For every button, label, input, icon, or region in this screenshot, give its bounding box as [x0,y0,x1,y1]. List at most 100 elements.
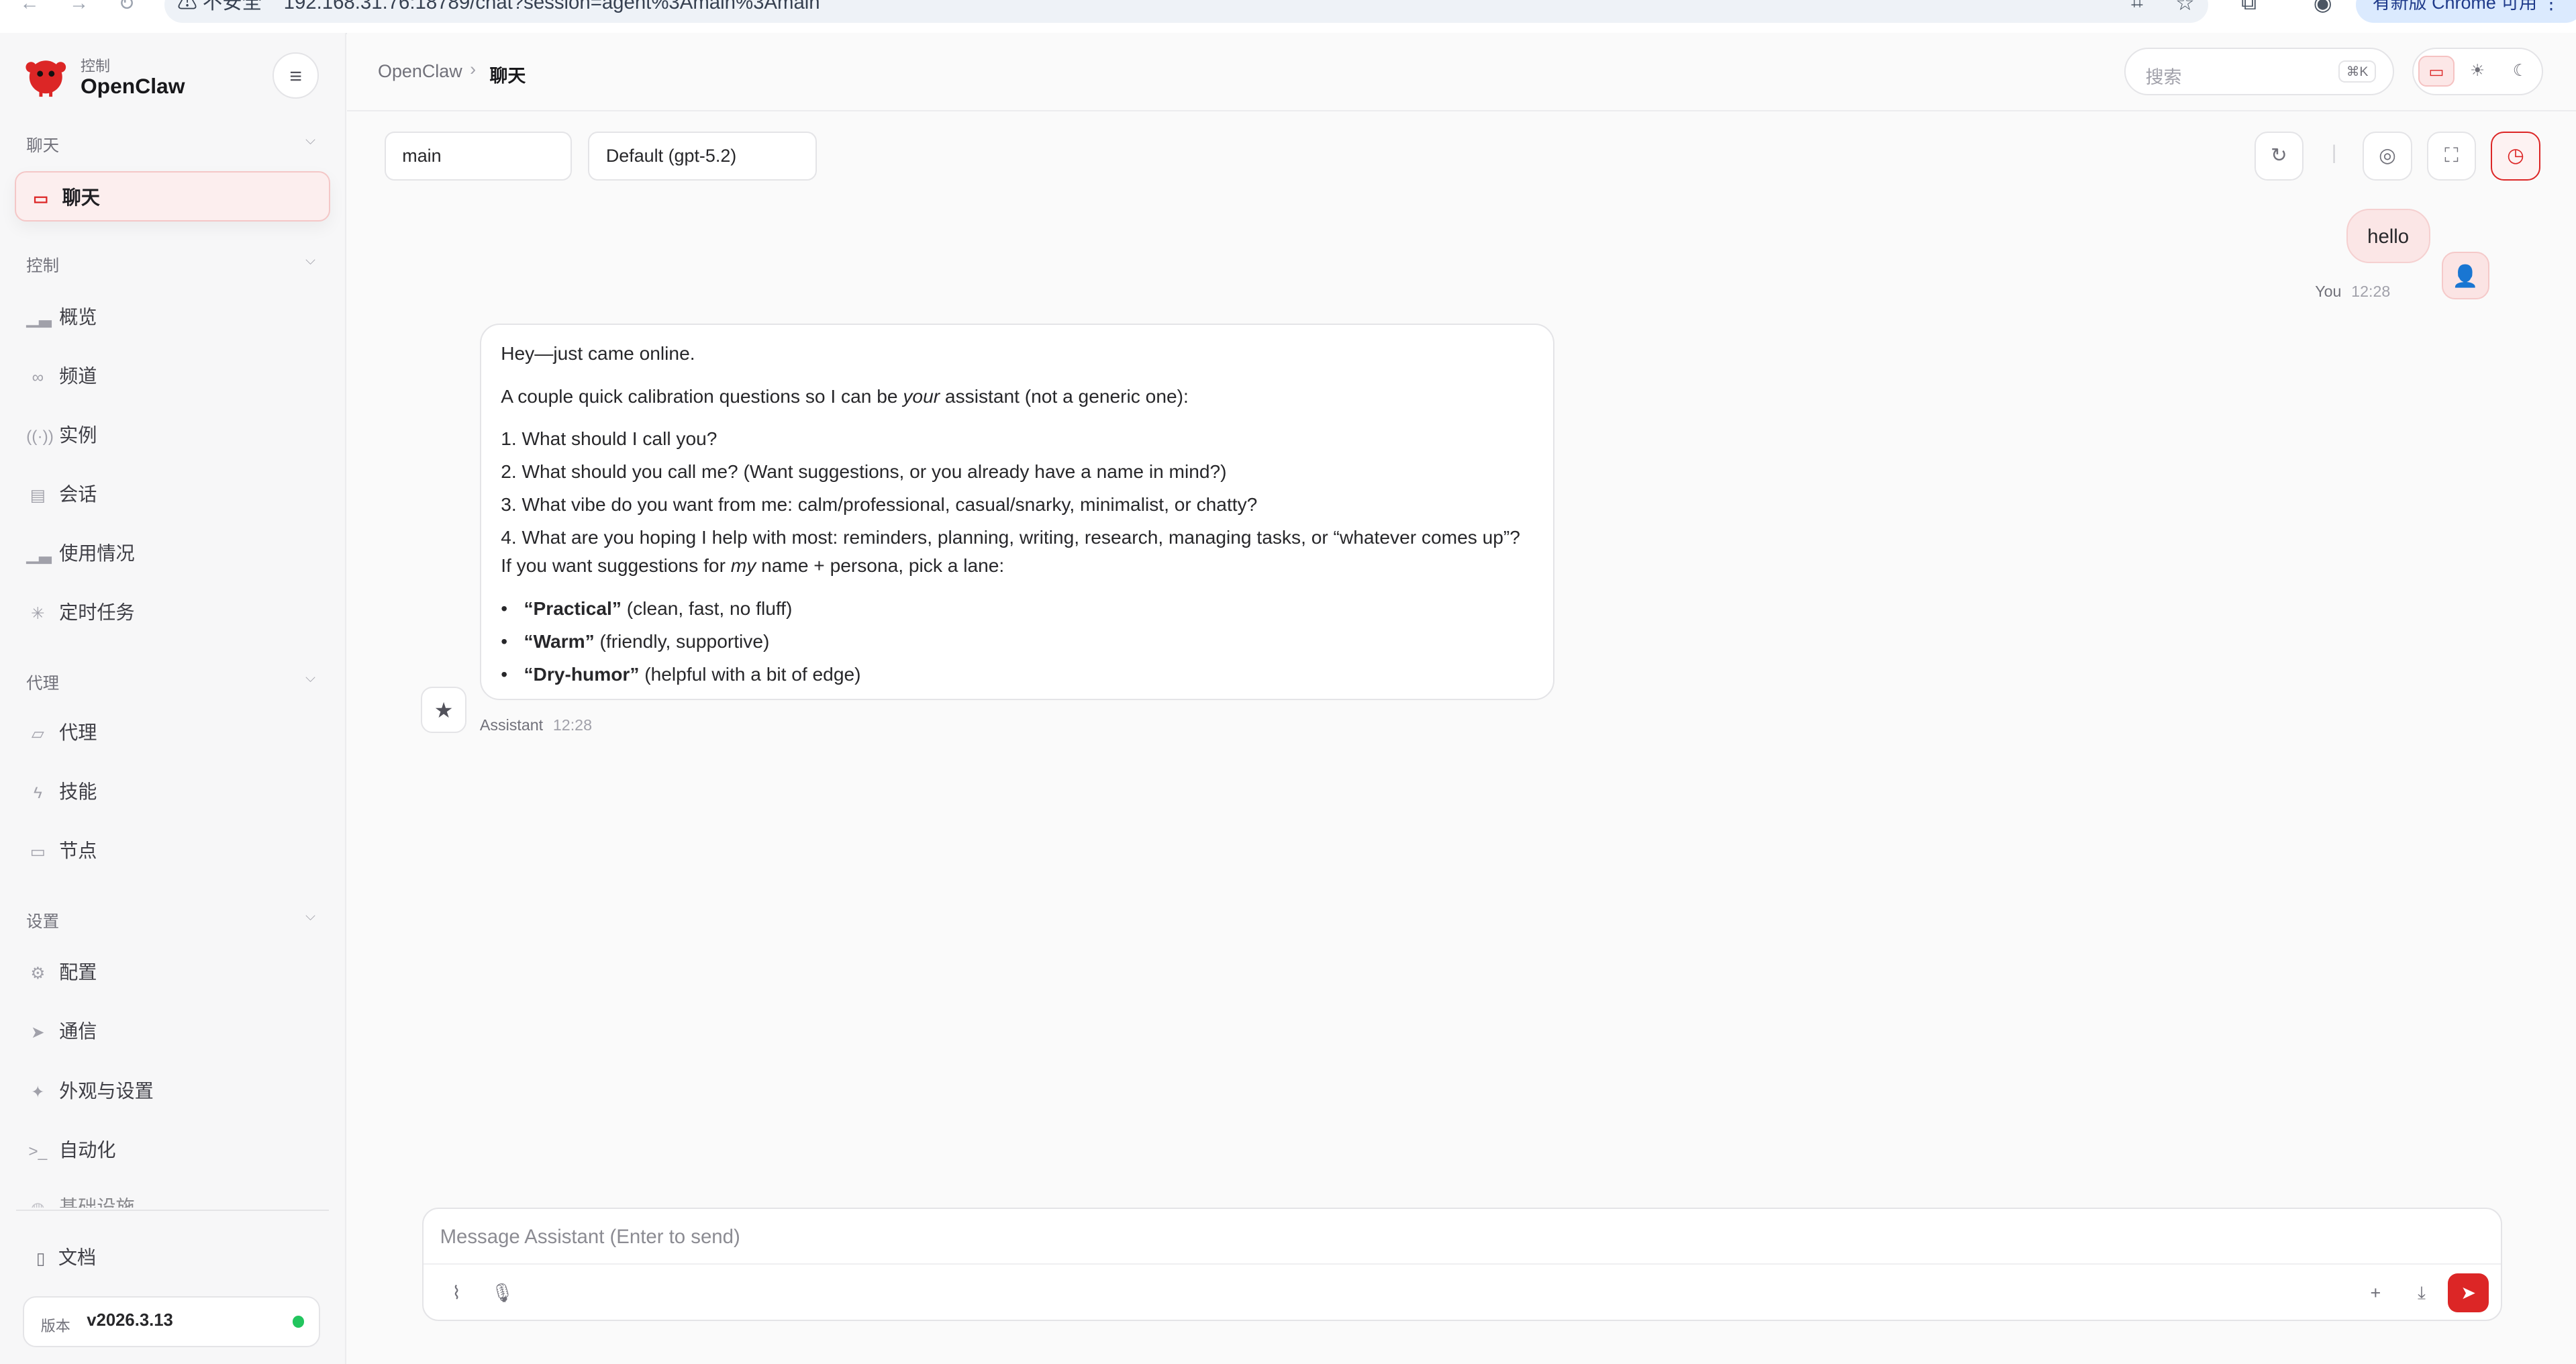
refresh-button[interactable]: ↻ [2254,131,2304,181]
thinking-toggle-button[interactable]: ◎ [2363,131,2412,181]
security-label: 不安全 [202,0,262,14]
terminal-icon: >_ [28,1142,48,1161]
sidebar-divider [16,1209,329,1211]
focus-mode-button[interactable]: ⛶ [2426,131,2477,181]
moon-icon[interactable]: ☾ [2502,56,2538,87]
chevron-down-icon: ⌵ [305,133,315,148]
docs-label: 文档 [58,1247,97,1268]
sidebar-item-communication[interactable]: ➤ 通信 [26,1014,319,1050]
monitor-icon[interactable]: ▭ [2418,55,2455,87]
model-select[interactable]: Default (gpt-5.2) [588,131,817,181]
message-time: 12:28 [2351,283,2391,301]
history-button[interactable]: ◷ [2491,131,2540,181]
document-icon: ▤ [30,486,46,505]
profile-avatar[interactable]: ◉ [2314,0,2332,15]
chevron-down-icon: ⌵ [305,908,315,924]
sidebar-item-overview[interactable]: ▁▃ 概览 [26,299,319,336]
send-button[interactable]: ➤ [2448,1273,2489,1313]
section-chat[interactable]: 聊天 ⌵ [26,133,319,156]
globe-icon: ◍ [26,1193,49,1208]
composer-divider [424,1263,2501,1265]
sidebar-item-label: 代理 [59,722,97,743]
sidebar-item-sessions[interactable]: ▤ 会话 [26,477,319,513]
sidebar-item-label: 外观与设置 [59,1080,154,1102]
section-control[interactable]: 控制 ⌵ [26,253,319,277]
sidebar-item-skills[interactable]: ϟ 技能 [26,774,319,810]
new-session-button[interactable]: + [2361,1278,2390,1308]
search-shortcut: ⌘K [2338,60,2377,83]
lane-name: “Dry-humor” [524,663,640,685]
sidebar-item-nodes[interactable]: ▭ 节点 [26,833,319,869]
download-icon: ⤓ [2417,1283,2426,1304]
brand-subtitle: 控制 [80,57,110,75]
toolbar-divider: | [2331,141,2337,164]
translate-icon[interactable]: ⌗ [2131,0,2143,15]
sidebar-item-label: 实例 [59,424,97,446]
star-icon[interactable]: ☆ [2175,0,2195,15]
sidebar-item-config[interactable]: ⚙ 配置 [26,955,319,991]
docs-link[interactable]: ▯ 文档 [36,1243,96,1270]
sidebar-item-usage[interactable]: ▁▃ 使用情况 [26,536,319,572]
sidebar-item-appearance[interactable]: ✦ 外观与设置 [26,1073,319,1110]
back-icon[interactable]: ← [19,0,39,15]
extensions-icon[interactable]: ⧉ [2241,0,2257,15]
text-emphasis: your [903,385,940,407]
sidebar-item-automation[interactable]: >_ 自动化 [26,1132,319,1169]
loader-icon: ✳ [31,605,45,624]
security-warning[interactable]: ⚠ 不安全 [177,0,262,13]
message-time: 12:28 [552,716,593,734]
breadcrumb-root[interactable]: OpenClaw [378,61,462,82]
sidebar-item-chat[interactable]: ▭ 聊天 [15,170,331,222]
lane-item: “Practical” (clean, fast, no fluff) [501,598,792,620]
bar-chart-icon: ▁▃ [26,546,52,565]
sidebar-item-channels[interactable]: ∞ 频道 [26,358,319,395]
sidebar-item-label: 自动化 [59,1139,116,1161]
reload-icon[interactable]: ↻ [118,0,135,15]
message-input[interactable] [440,1220,2412,1254]
user-avatar: 👤 [2441,251,2489,299]
attach-button[interactable]: ⌇ [442,1278,471,1308]
search-input[interactable]: 搜索 ⌘K [2124,47,2394,95]
session-select[interactable]: main [384,131,572,181]
sidebar-toggle-button[interactable]: ≡ [273,52,319,99]
chrome-update-button[interactable]: 有新版 Chrome 可用 ⋮ [2356,0,2576,23]
address-bar[interactable]: ⚠ 不安全 192.168.31.76:18789/chat?session=a… [164,0,2209,23]
sparkle-icon: ✦ [31,1083,45,1102]
export-button[interactable]: ⤓ [2407,1278,2436,1308]
version-label: 版本 [40,1317,70,1334]
text-emphasis: my [730,554,756,576]
radio-waves-icon: ((·)) [26,427,54,446]
chevron-down-icon: ⌵ [305,670,315,685]
text-run: assistant (not a generic one): [940,385,1189,407]
lightning-icon: ϟ [33,784,42,802]
chevron-down-icon: ⌵ [305,252,315,268]
search-placeholder: 搜索 [2145,66,2182,87]
sidebar-item-cron[interactable]: ✳ 定时任务 [26,595,319,631]
sidebar-item-label: 频道 [59,365,97,387]
sun-icon[interactable]: ☀ [2459,56,2495,87]
chat-bubble-icon: ▭ [33,189,49,208]
brand-name: OpenClaw [80,74,185,99]
sidebar-item-label: 配置 [59,962,97,983]
section-label: 设置 [26,912,60,931]
section-settings[interactable]: 设置 ⌵ [26,909,319,932]
question-item: 2. What should you call me? (Want sugges… [501,461,1227,483]
forward-icon[interactable]: → [69,0,89,15]
user-icon: 👤 [2452,263,2479,288]
clock-icon: ◷ [2507,144,2524,166]
sidebar-item-infrastructure[interactable]: ◍ 基础设施 [26,1191,319,1208]
voice-button[interactable]: 🎙 [488,1278,517,1308]
sidebar-item-agents[interactable]: ▱ 代理 [26,715,319,751]
sidebar-item-label: 节点 [59,840,97,862]
text-run: If you want suggestions for [501,554,731,576]
sender-name: You [2315,283,2342,301]
sidebar-item-instances[interactable]: ((·)) 实例 [26,418,319,454]
sidebar-item-label: 定时任务 [59,602,135,624]
update-label: 有新版 Chrome 可用 [2372,0,2538,13]
send-icon: ➤ [31,1024,45,1042]
url-text: 192.168.31.76:18789/chat?session=agent%3… [283,0,820,14]
section-agents[interactable]: 代理 ⌵ [26,671,319,694]
book-icon: ▯ [36,1249,46,1268]
folder-icon: ▱ [31,724,44,743]
topbar: OpenClaw › 聊天 搜索 ⌘K ▭ ☀ ☾ [346,32,2576,111]
